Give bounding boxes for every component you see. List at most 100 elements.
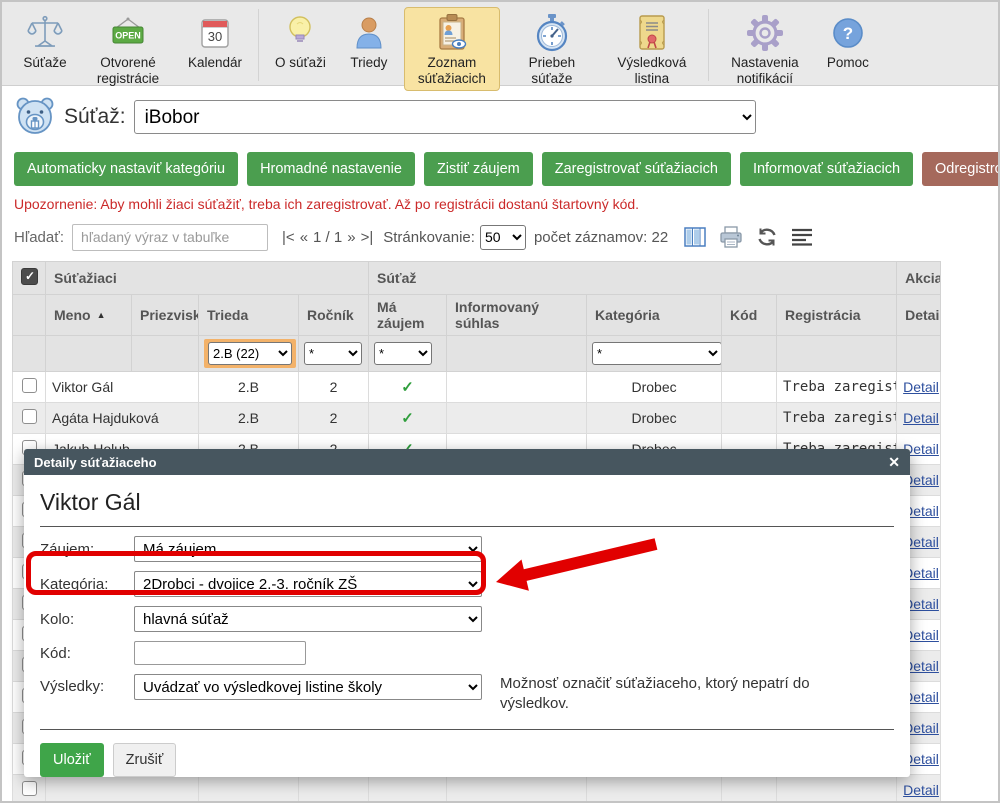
select-all-checkbox[interactable] [21, 268, 38, 285]
warning-text: Upozornenie: Aby mohli žiaci súťažiť, tr… [14, 196, 998, 212]
scales-icon [26, 11, 64, 55]
toolbar-item-label: Kalendár [188, 55, 242, 71]
group-header-sutaziaci: Súťažiaci [46, 262, 369, 295]
toolbar-item-zoznam-sutaziacich[interactable]: Zoznam súťažiacich [404, 7, 500, 91]
detail-modal: Detaily súťažiaceho ✕ Viktor Gál Záujem:… [24, 449, 910, 777]
toolbar-item-kalendar[interactable]: 30 Kalendár [180, 7, 250, 76]
rocnik-filter-select[interactable]: * [304, 342, 362, 365]
row-checkbox[interactable] [22, 781, 37, 796]
col-header-empty [13, 295, 46, 336]
row-name [46, 775, 199, 803]
check-interest-button[interactable]: Zistiť záujem [424, 152, 533, 186]
col-header-trieda[interactable]: Trieda [199, 295, 299, 336]
toolbar-item-priebeh-sutaze[interactable]: Priebeh súťaže [504, 7, 600, 91]
group-header-sutaz: Súťaž [369, 262, 897, 295]
ma-zaujem-filter-select[interactable]: * [374, 342, 432, 365]
col-header-kategoria[interactable]: Kategória [587, 295, 722, 336]
vysledky-select[interactable]: Uvádzať vo výsledkovej listine školy [134, 674, 482, 700]
trieda-filter-select[interactable]: 2.B (22) [208, 342, 292, 365]
pager-indicator: 1 / 1 [313, 229, 342, 246]
refresh-icon[interactable] [756, 227, 778, 247]
svg-text:OPEN: OPEN [115, 31, 141, 41]
col-header-priezvisko[interactable]: Priezvisko▲ [132, 295, 199, 336]
kolo-field-row: Kolo: hlavná súťaž [40, 606, 894, 632]
help-icon: ? [831, 11, 865, 55]
save-button[interactable]: Uložiť [40, 743, 104, 777]
col-header-kod[interactable]: Kód [722, 295, 777, 336]
clipboard-icon [434, 11, 470, 55]
register-button[interactable]: Zaregistrovať súťažiacich [542, 152, 731, 186]
table-row: Viktor Gál 2.B 2 ✓ Drobec Treba zaregist… [13, 372, 941, 403]
kolo-select[interactable]: hlavná súťaž [134, 606, 482, 632]
inform-button[interactable]: Informovať súťažiacich [740, 152, 913, 186]
unregister-button[interactable]: Odregistrovať súťažiacich [922, 152, 1000, 186]
bulb-icon [285, 11, 315, 55]
toolbar-separator [708, 9, 709, 81]
col-header-informovany-suhlas[interactable]: Informovaný súhlas [447, 295, 587, 336]
competition-select[interactable]: iBobor [134, 100, 756, 134]
kategoria-filter-select[interactable]: * [592, 342, 722, 365]
col-header-rocnik[interactable]: Ročník [299, 295, 369, 336]
col-header-ma-zaujem[interactable]: Má záujem [369, 295, 447, 336]
close-icon[interactable]: ✕ [888, 454, 900, 471]
detail-link[interactable]: Detail [903, 379, 939, 395]
list-icon[interactable] [791, 228, 813, 246]
bulk-settings-button[interactable]: Hromadné nastavenie [247, 152, 415, 186]
row-registracia [777, 775, 897, 803]
row-rocnik [299, 775, 369, 803]
toolbar-item-otvorene-registracie[interactable]: OPEN Otvorené registrácie [80, 7, 176, 91]
search-input[interactable] [72, 224, 268, 251]
row-checkbox[interactable] [22, 378, 37, 393]
toolbar-item-o-sutazi[interactable]: O súťaži [267, 7, 334, 76]
toolbar-item-sutaze[interactable]: Súťaže [14, 7, 76, 76]
toolbar-item-vysledkova-listina[interactable]: Výsledková listina [604, 7, 700, 91]
sort-asc-icon: ▲ [97, 310, 106, 320]
cancel-button[interactable]: Zrušiť [113, 743, 177, 777]
group-header-akcia: Akcia [897, 262, 941, 295]
toolbar-separator [258, 9, 259, 81]
toolbar-item-nastavenia-notifikacii[interactable]: Nastavenia notifikácií [717, 7, 813, 91]
svg-text:?: ? [843, 24, 853, 43]
toolbar-item-label: Zoznam súťažiacich [412, 55, 492, 86]
kod-input[interactable] [134, 641, 306, 665]
toolbar-item-label: Nastavenia notifikácií [725, 55, 805, 86]
row-inf-suhlas [447, 403, 587, 434]
interest-check-icon: ✓ [401, 379, 414, 396]
toolbar-item-pomoc[interactable]: ? Pomoc [817, 7, 879, 76]
toolbar-item-label: O súťaži [275, 55, 326, 71]
row-checkbox[interactable] [22, 409, 37, 424]
gear-icon [746, 11, 784, 55]
detail-link[interactable]: Detail [903, 410, 939, 426]
row-trieda [199, 775, 299, 803]
table-row: Detail [13, 775, 941, 803]
page-size-select[interactable]: 50 [480, 225, 526, 250]
row-registracia: Treba zaregistrovať! [777, 372, 897, 403]
kategoria-select[interactable]: 2Drobci - dvojice 2.-3. ročník ZŠ [134, 571, 482, 597]
beaver-icon [14, 94, 56, 141]
columns-icon[interactable] [684, 227, 706, 247]
col-header-registracia[interactable]: Registrácia [777, 295, 897, 336]
pager-first[interactable]: |< [282, 229, 295, 246]
pager-prev[interactable]: « [300, 229, 308, 246]
zaujem-select[interactable]: Má záujem [134, 536, 482, 562]
print-icon[interactable] [719, 226, 743, 248]
col-header-meno[interactable]: Meno▲ [46, 295, 132, 336]
toolbar-item-triedy[interactable]: Triedy [338, 7, 400, 76]
toolbar-item-label: Otvorené registrácie [88, 55, 168, 86]
participant-name: Viktor Gál [40, 489, 894, 516]
actions-row: Automaticky nastaviť kategóriu Hromadné … [14, 152, 998, 186]
open-sign-icon: OPEN [108, 11, 148, 55]
paging-label: Stránkovanie: [383, 229, 475, 246]
detail-link[interactable]: Detail [903, 782, 939, 798]
auto-category-button[interactable]: Automaticky nastaviť kategóriu [14, 152, 238, 186]
trieda-filter-highlight: 2.B (22) [204, 339, 296, 368]
row-kategoria: Drobec [587, 372, 722, 403]
row-kategoria [587, 775, 722, 803]
svg-text:30: 30 [208, 29, 222, 44]
row-inf-suhlas [447, 775, 587, 803]
pager-next[interactable]: » [347, 229, 355, 246]
calendar-icon: 30 [199, 11, 231, 55]
page: Súťaže OPEN Otvorené registrácie 30 [0, 0, 1000, 803]
controls-row: Hľadať: |< « 1 / 1 » >| Stránkovanie: 50… [14, 222, 998, 252]
pager-last[interactable]: >| [361, 229, 374, 246]
